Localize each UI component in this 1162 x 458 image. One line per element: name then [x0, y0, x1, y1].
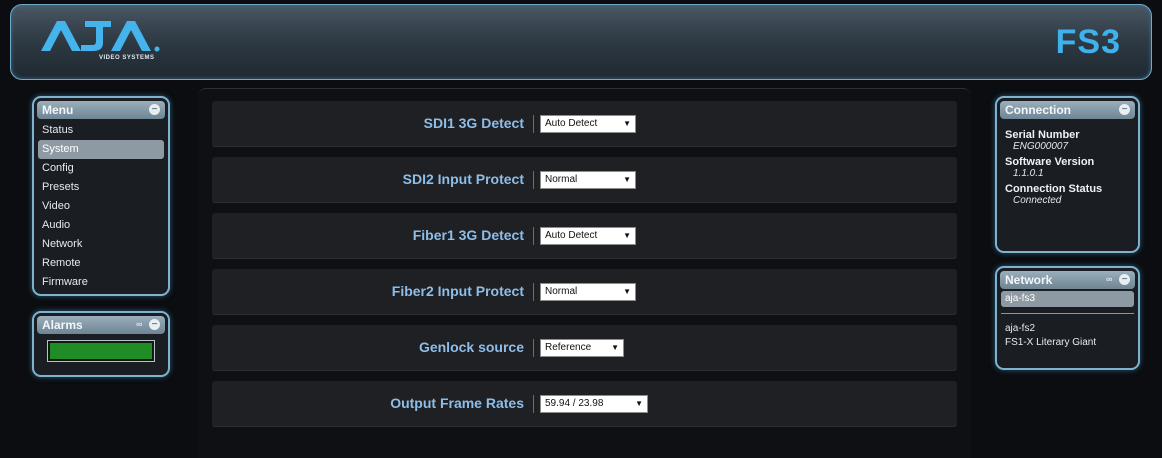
setting-row: Genlock source Reference ▼ [212, 325, 957, 371]
alarm-status-indicator [47, 340, 155, 362]
dropdown-value: Auto Detect [545, 118, 598, 129]
chevron-down-icon[interactable]: ▼ [623, 172, 631, 188]
menu-item-presets[interactable]: Presets [38, 178, 164, 197]
software-version-label: Software Version [1005, 156, 1095, 168]
dropdown-value: Reference [545, 342, 592, 353]
product-name: FS3 [1055, 23, 1121, 61]
chevron-down-icon[interactable]: ▼ [635, 396, 643, 412]
divider [1001, 313, 1134, 314]
setting-row: SDI2 Input Protect Normal ▼ [212, 157, 957, 203]
chevron-down-icon[interactable]: ▼ [623, 228, 631, 244]
chevron-down-icon[interactable]: ▼ [623, 284, 631, 300]
setting-dropdown[interactable]: Reference ▼ [540, 339, 624, 357]
connection-title: Connection − [1000, 101, 1135, 119]
menu-item-audio[interactable]: Audio [38, 216, 164, 235]
setting-dropdown[interactable]: Auto Detect ▼ [540, 227, 636, 245]
setting-label: Fiber2 Input Protect [391, 283, 524, 299]
alarms-panel: Alarms ∞ − [32, 311, 170, 377]
collapse-icon[interactable]: − [149, 104, 160, 115]
separator [533, 283, 534, 301]
separator [533, 395, 534, 413]
setting-label: Fiber1 3G Detect [412, 227, 524, 243]
network-panel: Network ∞ − aja-fs3 aja-fs2 FS1-X Literar… [995, 266, 1140, 370]
menu-item-config[interactable]: Config [38, 159, 164, 178]
dropdown-value: Auto Detect [545, 230, 598, 241]
menu-title-label: Menu [42, 103, 74, 117]
aja-logo [41, 19, 171, 58]
connection-title-label: Connection [1005, 103, 1071, 117]
setting-dropdown[interactable]: Normal ▼ [540, 283, 636, 301]
network-title: Network ∞ − [1000, 271, 1135, 289]
link-icon[interactable]: ∞ [136, 320, 146, 329]
collapse-icon[interactable]: − [1119, 104, 1130, 115]
chevron-down-icon[interactable]: ▼ [611, 340, 619, 356]
separator [533, 115, 534, 133]
menu-item-video[interactable]: Video [38, 197, 164, 216]
network-device[interactable]: FS1-X Literary Giant [997, 336, 1138, 350]
menu-item-remote[interactable]: Remote [38, 254, 164, 273]
dropdown-value: 59.94 / 23.98 [545, 398, 604, 409]
menu-item-status[interactable]: Status [38, 121, 164, 140]
connection-status-label: Connection Status [1005, 183, 1103, 195]
network-device-list: aja-fs2 FS1-X Literary Giant [997, 322, 1138, 350]
menu-panel: Menu − Status System Config Presets Video Aud… [32, 96, 170, 296]
settings-area: SDI1 3G Detect Auto Detect ▼ SDI2 Input Pro… [198, 88, 971, 458]
logo-subtitle: VIDEO SYSTEMS [99, 55, 155, 61]
serial-number-label: Serial Number [1005, 129, 1080, 141]
separator [533, 227, 534, 245]
software-version-value: 1.1.0.1 [1013, 168, 1044, 179]
network-device[interactable]: aja-fs2 [997, 322, 1138, 336]
menu-title: Menu − [37, 101, 165, 119]
collapse-icon[interactable]: − [149, 319, 160, 330]
menu-item-firmware[interactable]: Firmware [38, 273, 164, 292]
setting-label: SDI2 Input Protect [402, 171, 524, 187]
network-title-label: Network [1005, 273, 1053, 287]
dropdown-value: Normal [545, 174, 578, 185]
setting-row: SDI1 3G Detect Auto Detect ▼ [212, 101, 957, 147]
setting-dropdown[interactable]: 59.94 / 23.98 ▼ [540, 395, 648, 413]
alarms-title-label: Alarms [42, 318, 83, 332]
setting-label: Output Frame Rates [390, 395, 524, 411]
network-device-active[interactable]: aja-fs3 [1001, 291, 1134, 307]
setting-row: Output Frame Rates 59.94 / 23.98 ▼ [212, 381, 957, 427]
menu-list: Status System Config Presets Video Audio Netwo… [34, 121, 168, 292]
collapse-icon[interactable]: − [1119, 274, 1130, 285]
setting-row: Fiber1 3G Detect Auto Detect ▼ [212, 213, 957, 259]
menu-item-system[interactable]: System [38, 140, 164, 159]
serial-number-value: ENG000007 [1013, 141, 1069, 152]
separator [533, 171, 534, 189]
setting-label: Genlock source [418, 339, 524, 355]
link-icon[interactable]: ∞ [1106, 275, 1116, 284]
setting-label: SDI1 3G Detect [423, 115, 524, 131]
setting-dropdown[interactable]: Normal ▼ [540, 171, 636, 189]
alarms-title: Alarms ∞ − [37, 316, 165, 334]
connection-status-value: Connected [1013, 195, 1062, 206]
setting-dropdown[interactable]: Auto Detect ▼ [540, 115, 636, 133]
separator [533, 339, 534, 357]
dropdown-value: Normal [545, 286, 578, 297]
menu-item-network[interactable]: Network [38, 235, 164, 254]
setting-row: Fiber2 Input Protect Normal ▼ [212, 269, 957, 315]
connection-panel: Connection − Serial Number ENG000007 Sof… [995, 96, 1140, 253]
chevron-down-icon[interactable]: ▼ [623, 116, 631, 132]
header-bar: VIDEO SYSTEMS FS3 [10, 4, 1152, 80]
